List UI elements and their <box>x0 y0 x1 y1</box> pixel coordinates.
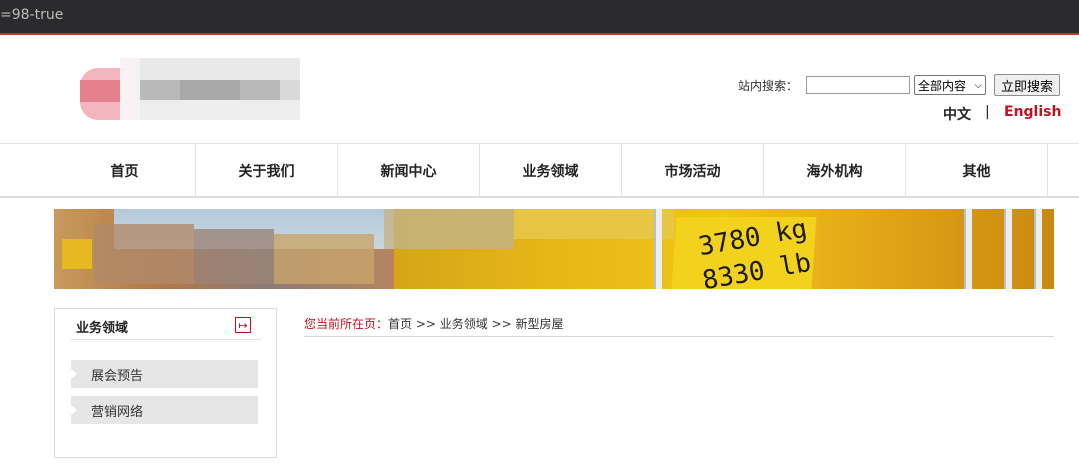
triangle-right-icon <box>71 405 77 415</box>
search-scope-select[interactable]: 全部内容 ⌵ <box>914 75 987 95</box>
breadcrumb: 您当前所在页： 首页 >> 业务领域 >> 新型房屋 <box>304 315 1054 337</box>
site-logo[interactable] <box>80 58 300 120</box>
nav-item-home[interactable]: 首页 <box>54 144 196 197</box>
browser-toolbar: =98-true <box>0 0 1079 35</box>
search-button[interactable]: 立即搜索 <box>994 74 1061 96</box>
sidebar-title: 业务领域 <box>76 321 129 336</box>
sidebar-item-label: 展会预告 <box>91 368 144 384</box>
breadcrumb-prefix: 您当前所在页： <box>304 317 389 331</box>
banner-container-bar <box>964 209 972 289</box>
header-accent-line <box>0 33 1079 35</box>
sidebar-item-network[interactable]: 营销网络 <box>71 396 258 424</box>
site-search: 站内搜索： 全部内容 ⌵ 立即搜索 <box>738 74 1061 96</box>
lang-separator: | <box>985 104 990 120</box>
chevron-down-icon: ⌵ <box>974 79 983 91</box>
nav-item-about[interactable]: 关于我们 <box>196 144 338 197</box>
nav-item-overseas[interactable]: 海外机构 <box>764 144 906 197</box>
hero-banner: 3780 kg 8330 lb <box>54 209 1054 289</box>
banner-container-bar <box>1034 209 1042 289</box>
search-scope-value: 全部内容 <box>918 78 967 93</box>
nav-item-marketing[interactable]: 市场活动 <box>622 144 764 197</box>
nav-item-business[interactable]: 业务领域 <box>480 144 622 197</box>
sidebar-divider <box>71 339 261 340</box>
banner-container-bar <box>654 209 662 289</box>
address-bar-text[interactable]: =98-true <box>0 7 63 23</box>
triangle-right-icon <box>71 369 77 379</box>
sidebar: 业务领域 ↦ 展会预告 营销网络 <box>54 308 277 458</box>
lang-zh-link[interactable]: 中文 <box>943 104 971 124</box>
breadcrumb-path[interactable]: 首页 >> 业务领域 >> 新型房屋 <box>388 315 563 336</box>
main-nav: 首页 关于我们 新闻中心 业务领域 市场活动 海外机构 其他 <box>0 143 1079 198</box>
search-label: 站内搜索： <box>738 78 799 93</box>
banner-container-bar <box>1004 209 1012 289</box>
sidebar-item-label: 营销网络 <box>91 404 144 420</box>
nav-item-news[interactable]: 新闻中心 <box>338 144 480 197</box>
sidebar-item-exhibition[interactable]: 展会预告 <box>71 360 258 388</box>
nav-item-other[interactable]: 其他 <box>906 144 1048 197</box>
search-input[interactable] <box>806 76 911 94</box>
lang-en-link[interactable]: English <box>1004 104 1061 120</box>
arrow-right-icon[interactable]: ↦ <box>235 317 251 333</box>
